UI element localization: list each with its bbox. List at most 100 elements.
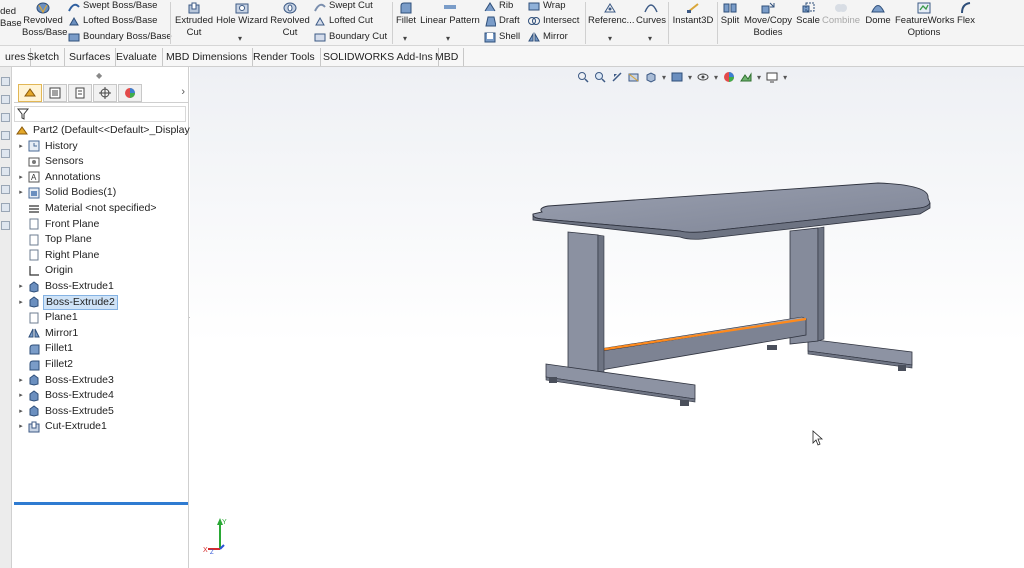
curves-dropdown-icon[interactable]: ▾ [648,34,652,43]
combine-button[interactable]: Combine [822,2,860,27]
tree-node[interactable]: ▸ Boss-Extrude1 [12,279,116,294]
expand-arrow-icon[interactable]: ▸ [16,373,26,388]
table-leg-front[interactable] [567,231,605,379]
tree-node[interactable]: ▸ Boss-Extrude5 [12,404,116,419]
boundary-cut-button[interactable]: Boundary Cut [314,31,387,43]
expand-arrow-icon[interactable]: ▸ [16,419,26,434]
shell-button[interactable]: Shell [484,31,520,43]
strip-tool-icon[interactable] [1,113,10,122]
linear-pattern-button[interactable]: Linear Pattern [420,2,480,27]
configuration-manager-tab[interactable] [68,84,92,102]
instant3d-button[interactable]: Instant3D [670,2,716,27]
tree-node[interactable]: ▸ Solid Bodies(1) [12,185,118,200]
feature-tree-filter[interactable] [14,106,186,122]
leveler-foot [898,365,906,371]
strip-tool-icon[interactable] [1,167,10,176]
tree-node[interactable]: Fillet1 [12,341,75,356]
tree-node[interactable]: Material <not specified> [12,201,158,216]
swept-boss-button[interactable]: Swept Boss/Base [68,0,157,12]
expand-arrow-icon[interactable]: ▸ [16,388,26,403]
expand-arrow-icon[interactable]: ▸ [16,279,26,294]
flex-button[interactable]: Flex [955,2,977,27]
panel-grip-icon[interactable]: ◆ [96,71,102,80]
tree-node[interactable]: ▸ Boss-Extrude3 [12,373,116,388]
tree-node[interactable]: Mirror1 [12,326,80,341]
linear-pattern-dropdown-icon[interactable]: ▾ [446,34,450,43]
expand-arrow-icon[interactable]: ▸ [16,185,26,200]
revolved-cut-button[interactable]: Revolved Cut [270,2,310,39]
strip-tool-icon[interactable] [1,77,10,86]
tab-surfaces[interactable]: Surfaces [64,48,117,66]
reference-triad[interactable]: Y X Z [202,515,232,555]
tree-node[interactable]: Top Plane [12,232,94,247]
tree-root-part[interactable]: Part2 (Default<<Default>_Display S [12,123,202,138]
extruded-boss-button[interactable]: ded Base [0,6,22,30]
tab-render-tools[interactable]: Render Tools [248,48,321,66]
tree-node[interactable]: Origin [12,263,75,278]
strip-tool-icon[interactable] [1,221,10,230]
table-foot-front[interactable] [545,363,696,406]
tab-evaluate[interactable]: Evaluate [111,48,163,66]
boundary-boss-button[interactable]: Boundary Boss/Base [68,31,172,43]
tree-node[interactable]: ▸ History [12,139,80,154]
tree-node[interactable]: ▸ Boss-Extrude4 [12,388,116,403]
tree-node[interactable]: ▸ Boss-Extrude2 [12,294,118,310]
graphics-viewport[interactable]: ▾ ▾ ▾ ▾ ▾ Y X Z [190,67,1024,568]
strip-tool-icon[interactable] [1,149,10,158]
strip-tool-icon[interactable] [1,203,10,212]
fillet-button[interactable]: Fillet [394,2,418,27]
chevron-right-icon[interactable]: › [181,86,185,98]
tree-node[interactable]: Fillet2 [12,357,75,372]
rollback-bar[interactable] [14,502,188,505]
table-foot-back[interactable] [767,338,913,371]
tab-mbd-dimensions[interactable]: MBD Dimensions [161,48,254,66]
reference-geometry-button[interactable]: Referenc... [588,2,634,27]
scale-button[interactable]: Scale [796,2,820,27]
wrap-button[interactable]: Wrap [528,0,566,12]
tree-node[interactable]: Sensors [12,154,86,169]
tab-solidworks-add-ins[interactable]: SOLIDWORKS Add-Ins [318,48,439,66]
rib-button[interactable]: Rib [484,0,513,12]
feature-manager-panel: ◆ › Part2 (Default<<Default>_Display S ▸… [12,67,200,568]
tree-node[interactable]: Plane1 [12,310,80,325]
lofted-cut-button[interactable]: Lofted Cut [314,15,373,27]
strip-tool-icon[interactable] [1,95,10,104]
tree-node[interactable]: ▸ A Annotations [12,170,102,185]
table-top[interactable] [532,182,931,240]
lofted-boss-button[interactable]: Lofted Boss/Base [68,15,157,27]
curves-button[interactable]: Curves [634,2,668,27]
expand-arrow-icon[interactable]: ▸ [16,295,26,310]
reference-dropdown-icon[interactable]: ▾ [608,34,612,43]
tree-node[interactable]: ▸ Cut-Extrude1 [12,419,109,434]
dimxpert-manager-tab[interactable] [93,84,117,102]
strip-tool-icon[interactable] [1,131,10,140]
expand-arrow-icon[interactable]: ▸ [16,404,26,419]
draft-button[interactable]: Draft [484,15,520,27]
hole-wizard-dropdown-icon[interactable]: ▾ [238,34,242,43]
strip-tool-icon[interactable] [1,185,10,194]
swept-cut-button[interactable]: Swept Cut [314,0,373,12]
featureworks-options-button[interactable]: FeatureWorks Options [895,2,954,39]
fillet-dropdown-icon[interactable]: ▾ [403,34,407,43]
property-manager-tab[interactable] [43,84,67,102]
display-manager-tab[interactable] [118,84,142,102]
model-graphics[interactable] [190,67,1024,568]
tree-node[interactable]: Front Plane [12,217,101,232]
table-stretcher[interactable] [592,316,807,372]
mirror-button[interactable]: Mirror [528,31,568,43]
dome-button[interactable]: Dome [864,2,892,27]
tree-node[interactable]: Right Plane [12,248,101,263]
hole-wizard-button[interactable]: Hole Wizard [216,2,268,27]
revolved-boss-button[interactable]: Revolved Boss/Base [22,2,67,39]
tab-mbd[interactable]: MBD [430,48,465,66]
move-copy-bodies-button[interactable]: Move/Copy Bodies [743,2,793,39]
expand-arrow-icon[interactable]: ▸ [16,170,26,185]
extruded-cut-button[interactable]: Extruded Cut [174,2,214,39]
tab-sketch[interactable]: Sketch [22,48,66,66]
split-button[interactable]: Split [718,2,742,27]
tree-node-label: Fillet1 [45,342,74,355]
feature-tree-tab[interactable] [18,84,42,102]
expand-arrow-icon[interactable]: ▸ [16,139,26,154]
flex-icon [961,2,971,14]
intersect-button[interactable]: Intersect [528,15,579,27]
